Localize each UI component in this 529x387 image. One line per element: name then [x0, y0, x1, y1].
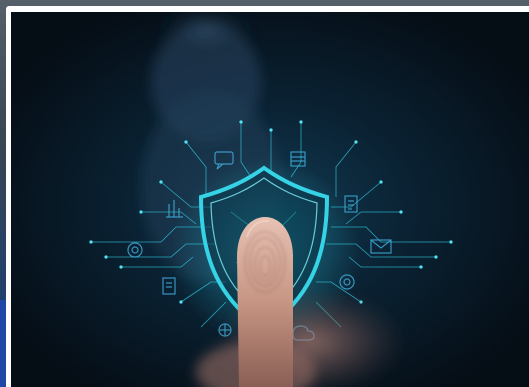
cybersecurity-photo — [11, 12, 529, 387]
fingerprint-finger — [237, 217, 293, 387]
page — [0, 0, 529, 387]
